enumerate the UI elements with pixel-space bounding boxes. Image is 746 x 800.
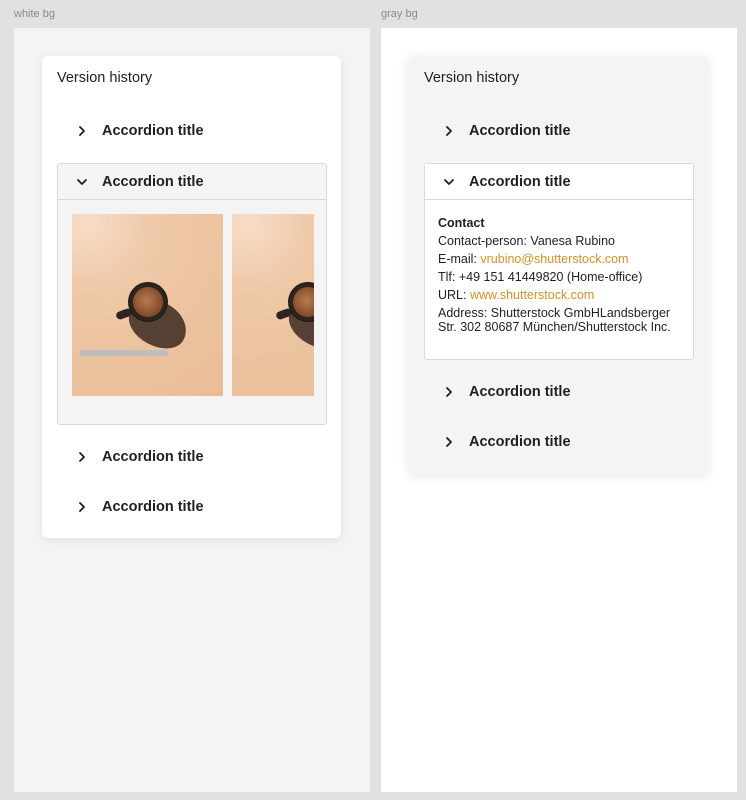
image-carousel[interactable] <box>72 214 314 396</box>
chevron-right-icon <box>76 501 88 513</box>
panel-title: Version history <box>424 70 520 86</box>
chevron-right-icon <box>443 386 455 398</box>
coffee-cup-image[interactable] <box>72 214 223 396</box>
contact-person-row: Contact-person: Vanesa Rubino <box>438 232 683 250</box>
frame-white-bg: Version history Accordion title Accordio… <box>14 28 370 792</box>
accordion-item-expanded: Accordion title Contact Contact-person: … <box>424 163 694 360</box>
accordion-title: Accordion title <box>102 449 204 465</box>
accordion-title: Accordion title <box>102 173 204 190</box>
url-label: URL: <box>438 288 470 302</box>
address-row: Address: Shutterstock GmbHLandsberger St… <box>438 306 671 334</box>
frame-label-gray-bg: gray bg <box>381 8 418 20</box>
accordion-header-3[interactable]: Accordion title <box>424 374 694 410</box>
email-row: E-mail: vrubino@shutterstock.com <box>438 250 683 268</box>
phone-row: Tlf: +49 151 41449820 (Home-office) <box>438 270 643 284</box>
accordion-title: Accordion title <box>469 173 571 190</box>
url-row: URL: www.shutterstock.com <box>438 286 683 304</box>
accordion-title: Accordion title <box>469 123 571 139</box>
accordion-header-4[interactable]: Accordion title <box>57 489 327 525</box>
accordion-header-1[interactable]: Accordion title <box>424 113 694 149</box>
version-history-panel: Version history Accordion title Accordio… <box>42 56 341 538</box>
frame-label-white-bg: white bg <box>14 8 55 20</box>
accordion-header-2[interactable]: Accordion title <box>58 164 326 200</box>
email-link[interactable]: vrubino@shutterstock.com <box>480 252 628 266</box>
accordion-title: Accordion title <box>469 434 571 450</box>
chevron-right-icon <box>443 436 455 448</box>
contact-heading: Contact <box>438 216 485 230</box>
contact-details: Contact Contact-person: Vanesa Rubino E-… <box>438 214 683 334</box>
contact-person-label: Contact-person: <box>438 234 531 248</box>
accordion-header-3[interactable]: Accordion title <box>57 439 327 475</box>
accordion-title: Accordion title <box>102 499 204 515</box>
chevron-down-icon <box>76 176 88 188</box>
panel-title: Version history <box>57 70 153 86</box>
accordion-title: Accordion title <box>102 123 204 139</box>
accordion-item-expanded: Accordion title <box>57 163 327 425</box>
version-history-panel: Version history Accordion title Accordio… <box>409 56 708 474</box>
accordion-header-2[interactable]: Accordion title <box>425 164 693 200</box>
url-link[interactable]: www.shutterstock.com <box>470 288 594 302</box>
chevron-right-icon <box>76 451 88 463</box>
contact-person-name: Vanesa Rubino <box>530 234 615 248</box>
horizontal-scrollbar[interactable] <box>79 350 168 356</box>
chevron-right-icon <box>443 125 455 137</box>
accordion-title: Accordion title <box>469 384 571 400</box>
accordion-header-4[interactable]: Accordion title <box>424 424 694 460</box>
email-label: E-mail: <box>438 252 481 266</box>
chevron-right-icon <box>76 125 88 137</box>
frame-gray-bg: Version history Accordion title Accordio… <box>381 28 737 792</box>
chevron-down-icon <box>443 176 455 188</box>
accordion-header-1[interactable]: Accordion title <box>57 113 327 149</box>
coffee-cup-image[interactable] <box>232 214 314 396</box>
